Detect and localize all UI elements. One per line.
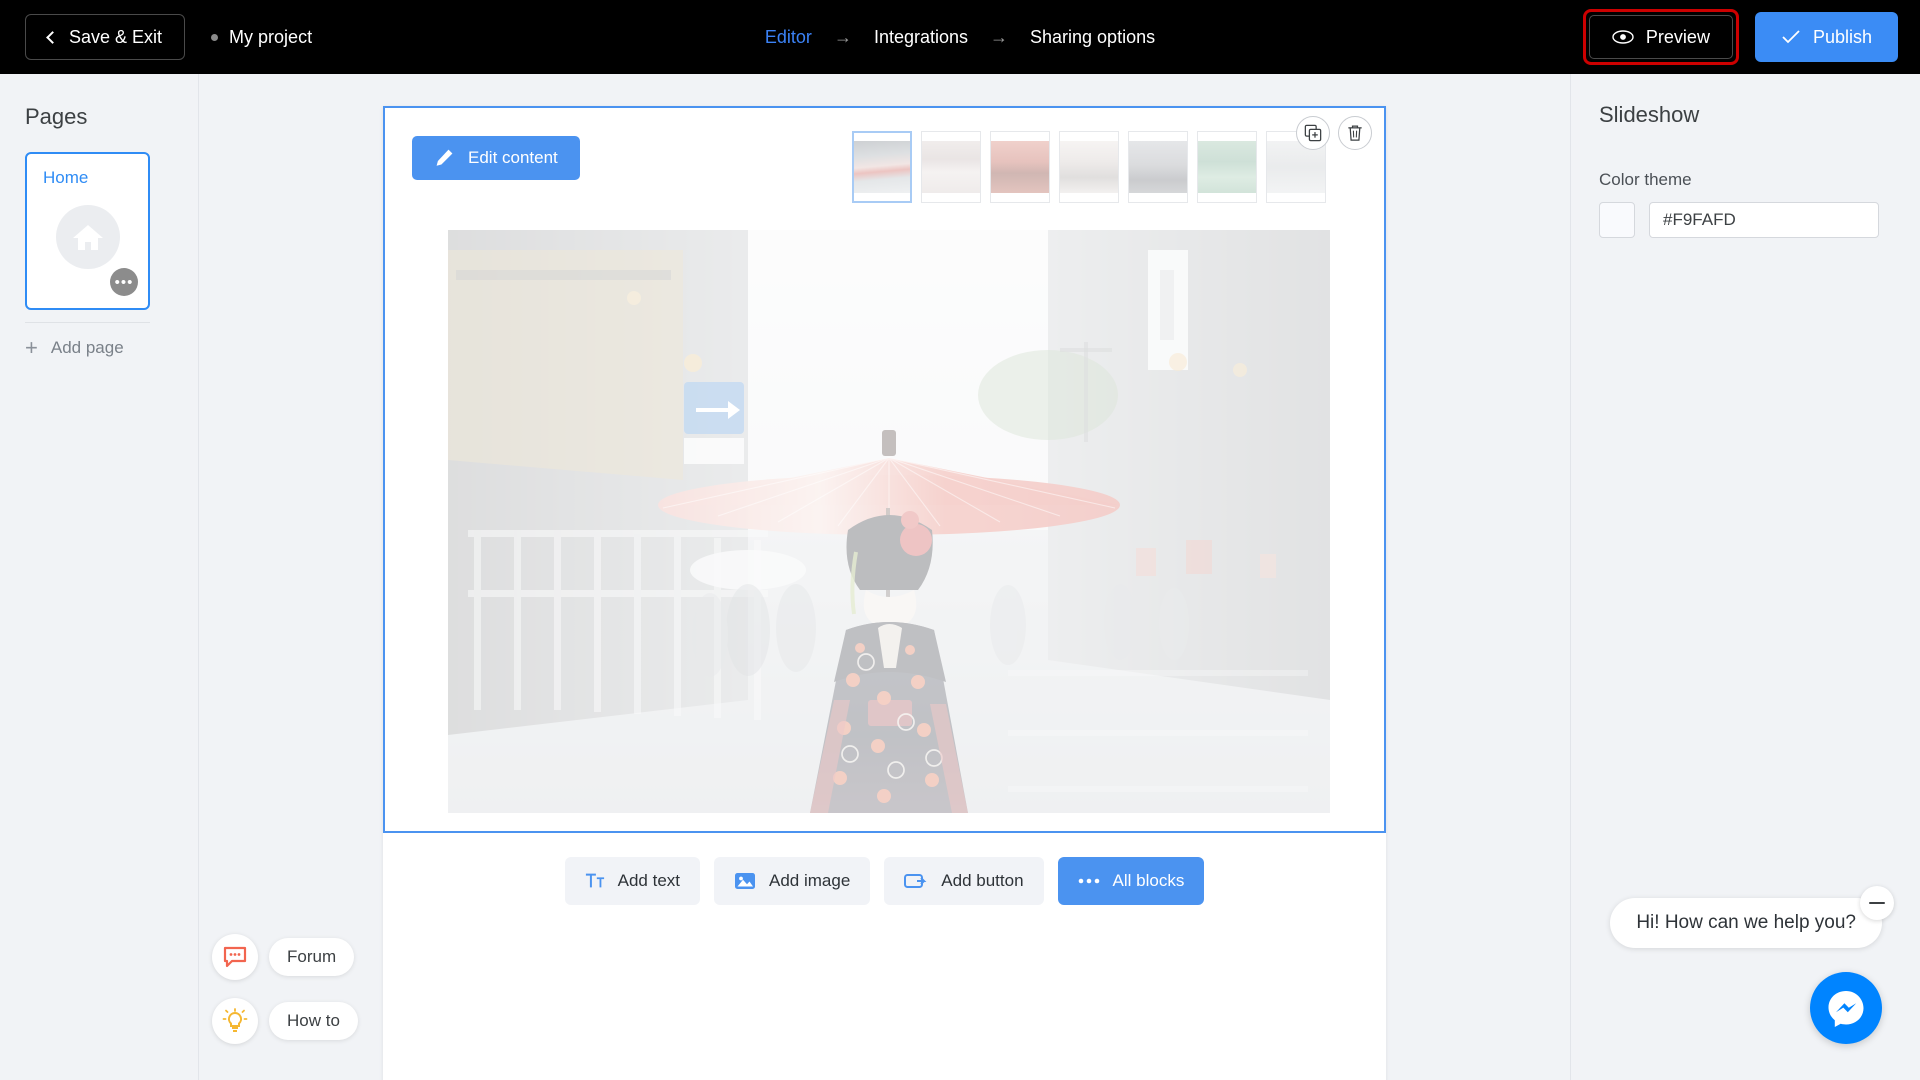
color-hex-input[interactable]: [1649, 202, 1879, 238]
how-to-label: How to: [287, 1011, 340, 1030]
pages-title: Pages: [25, 104, 88, 129]
step-integrations[interactable]: Integrations: [874, 27, 968, 48]
trash-icon: [1348, 125, 1362, 141]
slide-thumbnail-cherry-blossom-reflection[interactable]: [921, 131, 981, 203]
editor-step-nav: Editor → Integrations → Sharing options: [765, 27, 1155, 48]
button-icon: [904, 874, 927, 888]
chat-bubble-icon: [223, 946, 247, 968]
color-swatch[interactable]: [1599, 202, 1635, 238]
all-blocks-label: All blocks: [1112, 871, 1185, 890]
slideshow-block[interactable]: Edit content: [383, 106, 1386, 833]
color-theme-row: [1599, 202, 1920, 238]
publish-button[interactable]: Publish: [1754, 12, 1898, 62]
image-icon: [735, 873, 756, 889]
chevron-left-icon: [46, 30, 59, 44]
step-editor[interactable]: Editor: [765, 27, 812, 48]
page-card-label: Home: [43, 168, 89, 187]
thumbnail-image: [991, 141, 1049, 193]
duplicate-icon: [1304, 124, 1322, 142]
sidebar-divider: [25, 322, 150, 323]
lightbulb-icon: [222, 1008, 248, 1032]
how-to-icon-button[interactable]: [212, 998, 258, 1044]
forum-icon-button[interactable]: [212, 934, 258, 980]
chat-greeting-bubble: Hi! How can we help you?: [1610, 898, 1882, 948]
slide-thumbnail-red-temple-lantern[interactable]: [990, 131, 1050, 203]
thumbnail-image: [922, 141, 980, 193]
slide-thumbnail-castle-through-blossoms[interactable]: [1059, 131, 1119, 203]
topbar-actions: Preview Publish: [1582, 9, 1898, 65]
save-and-exit-label: Save & Exit: [69, 26, 163, 47]
add-page-button[interactable]: + Add page: [25, 337, 198, 359]
add-blocks-toolbar: Add text Add image Add button All blocks: [383, 841, 1386, 921]
arrow-right-icon: →: [833, 26, 852, 47]
project-name: My project: [211, 27, 312, 48]
pages-sidebar: Pages Home ••• + Add page: [0, 74, 199, 1080]
editor-canvas: Edit content Add text Add image Add butt…: [200, 74, 1570, 1080]
slide-thumbnail-pagoda-at-dusk[interactable]: [1128, 131, 1188, 203]
publish-label: Publish: [1812, 26, 1872, 47]
pencil-icon: [436, 149, 453, 166]
add-image-button[interactable]: Add image: [714, 857, 871, 905]
add-image-label: Add image: [769, 871, 851, 890]
status-dot-icon: [211, 33, 219, 41]
forum-label: Forum: [287, 947, 337, 966]
edit-content-button[interactable]: Edit content: [412, 136, 580, 180]
home-icon: [72, 225, 103, 251]
chat-greeting-text: Hi! How can we help you?: [1636, 912, 1856, 933]
thumbnail-image: [1198, 141, 1256, 193]
delete-block-button[interactable]: [1338, 116, 1372, 150]
forum-widget[interactable]: Forum: [212, 934, 358, 980]
messenger-chat-button[interactable]: [1810, 972, 1882, 1044]
edit-content-label: Edit content: [468, 148, 558, 167]
slide-thumbnail-koi-pond-lilies[interactable]: [1197, 131, 1257, 203]
add-text-button[interactable]: Add text: [564, 857, 701, 905]
arrow-right-icon: →: [990, 26, 1008, 47]
check-icon: [1782, 30, 1800, 44]
preview-highlight-box: Preview: [1582, 9, 1739, 65]
text-icon: [585, 873, 604, 888]
home-thumbnail: [55, 205, 120, 270]
dots-icon: [1078, 878, 1099, 884]
preview-button[interactable]: Preview: [1588, 15, 1733, 59]
hero-image-artwork: [448, 230, 1330, 813]
thumbnail-image: [1129, 141, 1187, 193]
how-to-widget[interactable]: How to: [212, 998, 358, 1044]
preview-label: Preview: [1645, 26, 1710, 47]
slide-thumbnail-geisha-red-parasol-street[interactable]: [852, 131, 912, 203]
add-button-label: Add button: [941, 871, 1024, 890]
slideshow-hero-image: [448, 230, 1330, 813]
help-widgets: Forum How to: [212, 916, 358, 1044]
step-sharing-options[interactable]: Sharing options: [1030, 27, 1155, 48]
add-button-button[interactable]: Add button: [884, 857, 1044, 905]
add-page-label: Add page: [50, 338, 124, 357]
thumbnail-image: [854, 141, 910, 193]
duplicate-block-button[interactable]: [1296, 116, 1330, 150]
thumbnail-image: [1060, 141, 1118, 193]
messenger-icon: [1828, 991, 1864, 1027]
page-preview-card: Edit content Add text Add image Add butt…: [383, 106, 1386, 1080]
forum-label-pill[interactable]: Forum: [269, 938, 355, 976]
minus-icon: [1869, 902, 1885, 904]
plus-icon: +: [25, 335, 38, 360]
chat-minimize-button[interactable]: [1860, 886, 1894, 920]
color-theme-label: Color theme: [1599, 170, 1692, 189]
eye-icon: [1612, 30, 1634, 44]
panel-title: Slideshow: [1599, 102, 1700, 127]
project-name-label: My project: [229, 26, 313, 47]
save-and-exit-button[interactable]: Save & Exit: [25, 14, 186, 60]
add-text-label: Add text: [617, 871, 681, 890]
all-blocks-button[interactable]: All blocks: [1057, 857, 1205, 905]
sidebar-page-home[interactable]: Home •••: [25, 152, 150, 310]
how-to-label-pill[interactable]: How to: [269, 1002, 358, 1040]
top-navigation-bar: Save & Exit My project Editor → Integrat…: [0, 0, 1920, 74]
page-options-menu-button[interactable]: •••: [110, 268, 138, 296]
